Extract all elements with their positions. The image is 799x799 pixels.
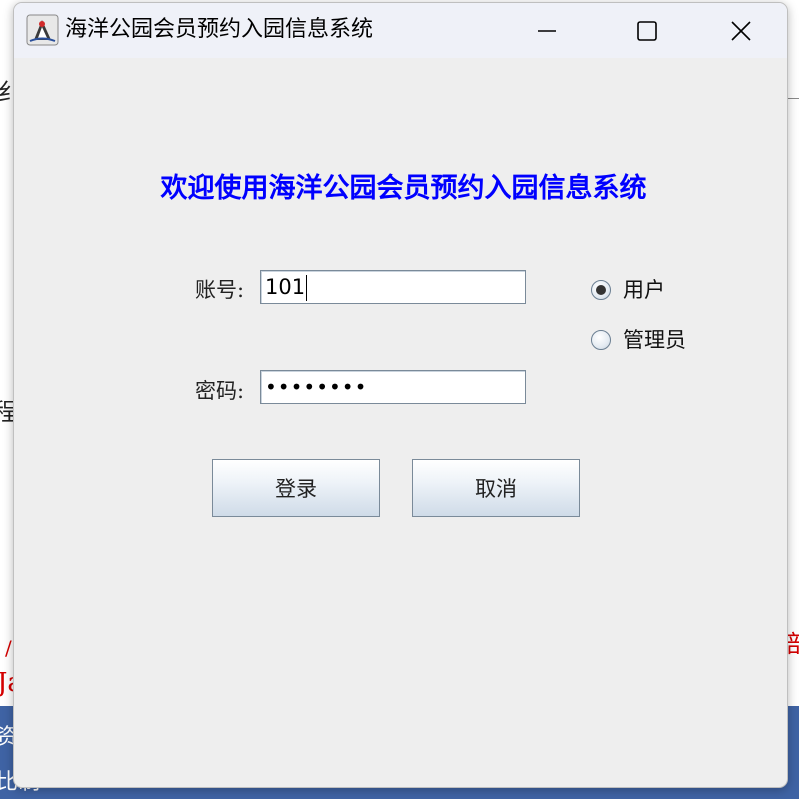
account-input[interactable]: 101 [260,270,526,304]
background-divider [787,98,799,99]
account-label: 账号: [195,278,245,302]
background-text-fragment: / [5,636,12,660]
password-value: •••••••• [265,375,368,399]
password-label: 密码: [195,379,245,403]
role-option-user[interactable]: 用户 [591,276,665,304]
radio-button-user[interactable] [591,280,611,300]
role-label-admin: 管理员 [623,328,686,352]
radio-button-admin[interactable] [591,330,611,350]
login-dialog: 海洋公园会员预约入园信息系统 欢迎使用海洋公园会员预约入园信息系统 账号: 10… [13,2,788,788]
role-label-user: 用户 [623,278,665,302]
password-input[interactable]: •••••••• [260,370,526,404]
close-button[interactable] [706,3,776,58]
minimize-icon [538,29,556,32]
text-caret [306,275,308,301]
title-bar[interactable]: 海洋公园会员预约入园信息系统 [14,3,787,58]
java-app-icon [26,14,59,46]
maximize-icon [637,20,657,41]
minimize-button[interactable] [512,3,582,58]
close-icon [731,20,751,41]
login-button[interactable]: 登录 [212,459,380,517]
role-option-admin[interactable]: 管理员 [591,326,686,354]
cancel-button[interactable]: 取消 [412,459,580,517]
maximize-button[interactable] [612,3,682,58]
welcome-heading: 欢迎使用海洋公园会员预约入园信息系统 [160,173,647,204]
window-title: 海洋公园会员预约入园信息系统 [65,17,374,42]
account-value: 101 [265,275,306,299]
